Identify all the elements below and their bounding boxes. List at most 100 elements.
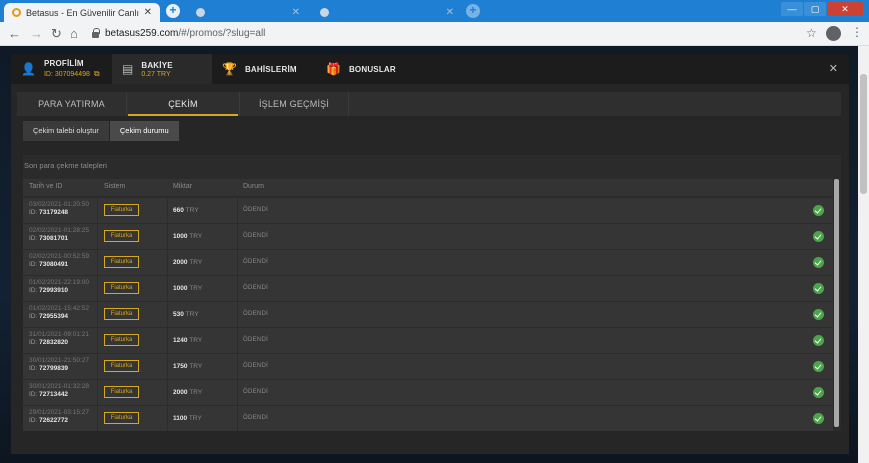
column-divider: [237, 224, 238, 249]
row-date: 30/01/2021-21:50:27: [29, 357, 89, 364]
row-amount: 1750 TRY: [173, 363, 202, 370]
table-row: 29/01/2021-03:15:27 ID: 72622772 Fiaturka 1…: [23, 406, 833, 432]
browser-menu-icon[interactable]: ⋮: [851, 25, 863, 39]
row-status: ÖDENDİ: [243, 259, 269, 265]
tab-my-bets[interactable]: 🏆 BAHİSLERİM: [212, 54, 312, 84]
browser-tab-strip: Betasus - En Güvenilir Canlı Bahis ✕ + ​…: [0, 0, 869, 22]
tab-favicon: [196, 8, 205, 17]
column-divider: [237, 328, 238, 353]
table-scrollbar-thumb[interactable]: [834, 179, 839, 427]
tab-bonuses[interactable]: 🎁 BONUSLAR: [316, 54, 426, 84]
subtab-withdraw[interactable]: ÇEKİM: [128, 92, 238, 116]
column-divider: [237, 276, 238, 301]
row-amount: 2000 TRY: [173, 389, 202, 396]
page-scrollbar-thumb[interactable]: [860, 74, 867, 194]
tab-close-icon[interactable]: ✕: [292, 7, 300, 18]
column-divider: [167, 302, 168, 327]
row-background: [23, 328, 833, 353]
row-id-value: 73179248: [39, 209, 69, 216]
tab-favicon: [320, 8, 329, 17]
table-row: 03/02/2021-01:20:50 ID: 73179248 Fiaturka 6…: [23, 198, 833, 224]
back-icon[interactable]: ←: [8, 26, 21, 42]
table-row: 30/01/2021-01:32:28 ID: 72713442 Fiaturka 2…: [23, 380, 833, 406]
row-id: ID: 72993910: [29, 287, 69, 294]
column-system: Sistem: [104, 183, 126, 190]
browser-tab-active[interactable]: Betasus - En Güvenilir Canlı Bahis ✕: [4, 3, 160, 22]
column-divider: [97, 224, 98, 249]
row-amount: 1100 TRY: [173, 415, 202, 422]
column-divider: [237, 250, 238, 275]
browser-tab-3[interactable]: ​ ✕: [312, 3, 462, 22]
tab-balance[interactable]: ▤ BAKİYE 0.27 TRY: [112, 54, 212, 84]
row-date: 02/02/2021-01:28:25: [29, 227, 89, 234]
maximize-icon[interactable]: ▢: [804, 2, 826, 16]
row-amount: 2000 TRY: [173, 259, 202, 266]
amount-currency: TRY: [189, 389, 203, 396]
tab-profile[interactable]: 👤 PROFİLİM ID: 307094498 ⧉: [11, 54, 111, 84]
window-close-icon[interactable]: ✕: [827, 2, 863, 16]
amount-value: 1000: [173, 233, 188, 240]
row-id: ID: 73081701: [29, 235, 69, 242]
column-divider: [237, 406, 238, 431]
copy-icon[interactable]: ⧉: [94, 69, 100, 78]
subtab-deposit[interactable]: PARA YATIRMA: [17, 92, 127, 116]
minimize-icon[interactable]: —: [781, 2, 803, 16]
new-tab-button[interactable]: +: [466, 4, 480, 18]
row-status: ÖDENDİ: [243, 389, 269, 395]
payment-system-badge: Fiaturka: [104, 256, 139, 268]
column-divider: [167, 406, 168, 431]
home-icon[interactable]: ⌂: [70, 26, 78, 42]
payment-system-badge: Fiaturka: [104, 230, 139, 242]
forward-icon[interactable]: →: [30, 26, 43, 42]
row-id: ID: 73179248: [29, 209, 69, 216]
modal-close-icon[interactable]: ✕: [829, 62, 838, 75]
browser-tab-2[interactable]: ​ ✕: [188, 3, 308, 22]
row-status: ÖDENDİ: [243, 207, 269, 213]
amount-value: 530: [173, 311, 184, 318]
page-scrollbar[interactable]: [858, 46, 869, 463]
row-id-value: 72955394: [39, 313, 69, 320]
url-field[interactable]: betasus259.com/#/promos/?slug=all: [92, 25, 798, 43]
profile-label: PROFİLİM: [43, 59, 84, 68]
tab-close-icon[interactable]: ✕: [446, 7, 454, 18]
column-divider: [167, 354, 168, 379]
row-background: [23, 250, 833, 275]
address-bar: ← → ↻ ⌂ betasus259.com/#/promos/?slug=al…: [0, 22, 869, 46]
column-divider: [167, 276, 168, 301]
check-circle-icon: [813, 231, 824, 242]
browser-tab-title: Betasus - En Güvenilir Canlı Bahis: [26, 7, 140, 18]
row-background: [23, 224, 833, 249]
column-amount: Miktar: [173, 183, 193, 190]
create-withdraw-button[interactable]: Çekim talebi oluştur: [23, 121, 109, 141]
balance-value: 0.27 TRY: [141, 70, 171, 78]
bookmark-star-icon[interactable]: ☆: [806, 26, 817, 40]
balance-label: BAKİYE: [141, 60, 173, 70]
amount-currency: TRY: [189, 337, 203, 344]
check-circle-icon: [813, 361, 824, 372]
column-divider: [237, 302, 238, 327]
column-divider: [167, 380, 168, 405]
wallet-subtabs: PARA YATIRMA ÇEKİM İŞLEM GEÇMİŞİ: [17, 92, 841, 116]
row-id: ID: 72799839: [29, 365, 69, 372]
amount-value: 1100: [173, 415, 188, 422]
row-background: [23, 302, 833, 327]
payment-system-badge: Fiaturka: [104, 308, 139, 320]
amount-currency: TRY: [189, 285, 203, 292]
amount-currency: TRY: [189, 259, 203, 266]
column-divider: [97, 250, 98, 275]
column-divider: [97, 276, 98, 301]
column-divider: [167, 250, 168, 275]
new-tab-button[interactable]: +: [166, 4, 180, 18]
table-scrollbar[interactable]: [833, 179, 841, 431]
amount-value: 1750: [173, 363, 188, 370]
reload-icon[interactable]: ↻: [51, 26, 62, 42]
withdraw-status-button[interactable]: Çekim durumu: [109, 121, 179, 141]
tab-close-icon[interactable]: ✕: [144, 7, 152, 18]
subtab-history[interactable]: İŞLEM GEÇMİŞİ: [239, 92, 349, 116]
table-row: 01/02/2021-22:19:00 ID: 72993910 Fiaturka 1…: [23, 276, 833, 302]
browser-profile-icon[interactable]: [826, 26, 841, 41]
table-header: Tarih ve ID Sistem Miktar Durum: [23, 179, 833, 196]
payment-system-badge: Fiaturka: [104, 204, 139, 216]
column-divider: [97, 198, 98, 223]
row-background: [23, 198, 833, 223]
